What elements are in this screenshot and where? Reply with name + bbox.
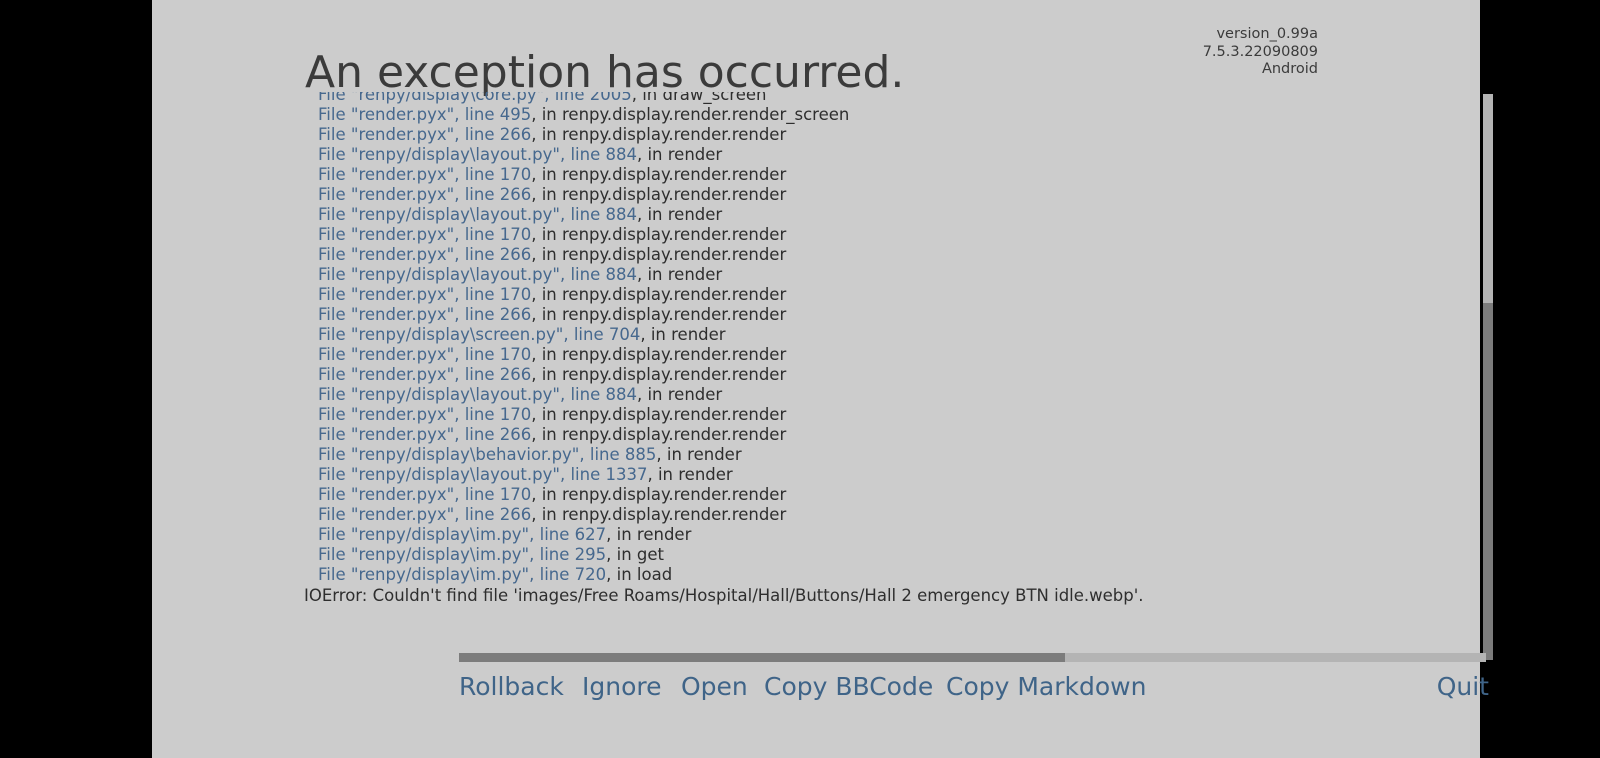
traceback-frame-function: , in renpy.display.render.render (531, 485, 787, 505)
traceback-frame-location: File "renpy/display\behavior.py", line 8… (318, 445, 657, 465)
traceback-frame-location: File "render.pyx", line 266 (318, 305, 532, 325)
traceback-frame-location: File "renpy/display\layout.py", line 133… (318, 465, 648, 485)
traceback-frame-location: File "renpy/display\core.py", line 2005 (318, 92, 632, 104)
traceback-frame-function: , in render (647, 465, 733, 485)
traceback-frame-location: File "render.pyx", line 170 (318, 485, 532, 505)
traceback-frame-location: File "render.pyx", line 170 (318, 225, 532, 245)
traceback-frame-function: , in renpy.display.render.render (531, 245, 787, 265)
traceback-frame-function: , in render (606, 525, 692, 545)
version-line-1: version_0.99a (1216, 26, 1318, 42)
letterbox-right (1480, 0, 1600, 758)
traceback-frame-function: , in get (606, 545, 665, 565)
traceback-frame-location: File "renpy/display\layout.py", line 884 (318, 385, 637, 405)
ignore-button[interactable]: Ignore (582, 670, 662, 704)
traceback-frame-function: , in load (606, 565, 673, 585)
vertical-scrollbar[interactable] (1483, 94, 1493, 660)
traceback-line: File "render.pyx", line 266, in renpy.di… (304, 365, 1324, 385)
traceback-frame-location: File "render.pyx", line 266 (318, 425, 532, 445)
traceback-frame-location: File "render.pyx", line 266 (318, 245, 532, 265)
traceback-viewport[interactable]: File "renpy/display\core.py", line 2005,… (304, 92, 1324, 610)
traceback-frame-location: File "renpy/display\im.py", line 627 (318, 525, 607, 545)
traceback-frame-location: File "render.pyx", line 266 (318, 505, 532, 525)
horizontal-scrollbar[interactable] (459, 653, 1486, 662)
version-line-3: Android (1261, 61, 1318, 77)
traceback-frame-location: File "renpy/display\layout.py", line 884 (318, 205, 637, 225)
traceback-line: File "render.pyx", line 266, in renpy.di… (304, 425, 1324, 445)
action-button-row: Rollback Ignore Open Copy BBCode Copy Ma… (459, 670, 1489, 716)
copy-bbcode-button[interactable]: Copy BBCode (764, 670, 933, 704)
rollback-button[interactable]: Rollback (459, 670, 564, 704)
traceback-frame-function: , in renpy.display.render.render (531, 505, 787, 525)
traceback-frame-function: , in renpy.display.render.render (531, 225, 787, 245)
traceback-frame-location: File "render.pyx", line 266 (318, 365, 532, 385)
version-line-2: 7.5.3.22090809 (1202, 43, 1318, 60)
traceback-frame-location: File "renpy/display\layout.py", line 884 (318, 145, 637, 165)
traceback-frame-location: File "render.pyx", line 170 (318, 405, 532, 425)
quit-button[interactable]: Quit (1437, 670, 1489, 704)
traceback-frame-function: , in renpy.display.render.render (531, 165, 787, 185)
version-info: version_0.99a 7.5.3.22090809 Android (1203, 26, 1318, 79)
traceback-frame-location: File "renpy/display\layout.py", line 884 (318, 265, 637, 285)
traceback-frame-function: , in render (636, 205, 723, 225)
traceback-frame-function: , in renpy.display.render.render_screen (531, 105, 850, 125)
traceback-line: File "render.pyx", line 266, in renpy.di… (304, 125, 1324, 145)
traceback-line: File "render.pyx", line 495, in renpy.di… (304, 105, 1324, 125)
traceback-line: File "renpy/display\im.py", line 720, in… (304, 565, 1324, 585)
traceback-line: File "render.pyx", line 170, in renpy.di… (304, 485, 1324, 505)
traceback-content: File "renpy/display\core.py", line 2005,… (304, 92, 1324, 606)
copy-markdown-button[interactable]: Copy Markdown (946, 670, 1146, 704)
traceback-line: File "render.pyx", line 266, in renpy.di… (304, 185, 1324, 205)
traceback-frame-function: , in render (636, 385, 723, 405)
traceback-frame-function: , in render (640, 325, 726, 345)
traceback-line: File "renpy/display\layout.py", line 133… (304, 465, 1324, 485)
traceback-frame-function: , in renpy.display.render.render (531, 405, 787, 425)
traceback-frame-function: , in draw_screen (631, 92, 767, 104)
traceback-line: File "renpy/display\core.py", line 2005,… (304, 92, 1324, 105)
exception-screen: An exception has occurred. version_0.99a… (0, 0, 1600, 758)
traceback-line: File "renpy/display\screen.py", line 704… (304, 325, 1324, 345)
traceback-frame-function: , in renpy.display.render.render (531, 285, 787, 305)
page-title: An exception has occurred. (305, 47, 905, 99)
traceback-frame-function: , in renpy.display.render.render (531, 125, 787, 145)
traceback-frame-function: , in renpy.display.render.render (531, 425, 787, 445)
traceback-frame-function: , in renpy.display.render.render (531, 345, 787, 365)
traceback-line: File "render.pyx", line 266, in renpy.di… (304, 305, 1324, 325)
traceback-line: File "renpy/display\layout.py", line 884… (304, 205, 1324, 225)
traceback-frame-function: , in render (656, 445, 742, 465)
traceback-line: File "render.pyx", line 170, in renpy.di… (304, 285, 1324, 305)
letterbox-left (0, 0, 152, 758)
traceback-frame-function: , in render (636, 265, 723, 285)
traceback-line: File "renpy/display\behavior.py", line 8… (304, 445, 1324, 465)
exception-message: IOError: Couldn't find file 'images/Free… (304, 586, 1144, 606)
traceback-line: File "render.pyx", line 170, in renpy.di… (304, 225, 1324, 245)
traceback-frame-location: File "render.pyx", line 170 (318, 345, 532, 365)
traceback-line: File "render.pyx", line 266, in renpy.di… (304, 505, 1324, 525)
traceback-line: File "renpy/display\layout.py", line 884… (304, 265, 1324, 285)
traceback-line: File "render.pyx", line 170, in renpy.di… (304, 405, 1324, 425)
traceback-line: File "render.pyx", line 170, in renpy.di… (304, 165, 1324, 185)
traceback-line: File "renpy/display\layout.py", line 884… (304, 385, 1324, 405)
traceback-frame-function: , in renpy.display.render.render (531, 185, 787, 205)
traceback-frame-location: File "render.pyx", line 170 (318, 285, 532, 305)
horizontal-scrollbar-thumb[interactable] (459, 653, 1065, 662)
traceback-line: File "renpy/display\im.py", line 295, in… (304, 545, 1324, 565)
traceback-frame-function: , in renpy.display.render.render (531, 305, 787, 325)
traceback-frame-location: File "render.pyx", line 495 (318, 105, 532, 125)
traceback-frame-function: , in renpy.display.render.render (531, 365, 787, 385)
traceback-line: File "renpy/display\im.py", line 627, in… (304, 525, 1324, 545)
traceback-frame-location: File "render.pyx", line 266 (318, 185, 532, 205)
open-button[interactable]: Open (681, 670, 748, 704)
traceback-frame-location: File "renpy/display\screen.py", line 704 (318, 325, 641, 345)
dialog-surface: An exception has occurred. version_0.99a… (152, 0, 1493, 758)
traceback-line: File "render.pyx", line 170, in renpy.di… (304, 345, 1324, 365)
traceback-frame-location: File "renpy/display\im.py", line 720 (318, 565, 607, 585)
traceback-frame-location: File "render.pyx", line 170 (318, 165, 532, 185)
traceback-frame-function: , in render (636, 145, 723, 165)
vertical-scrollbar-thumb[interactable] (1483, 303, 1493, 660)
traceback-line: File "render.pyx", line 266, in renpy.di… (304, 245, 1324, 265)
traceback-frame-location: File "renpy/display\im.py", line 295 (318, 545, 607, 565)
traceback-line: File "renpy/display\layout.py", line 884… (304, 145, 1324, 165)
traceback-frame-location: File "render.pyx", line 266 (318, 125, 532, 145)
